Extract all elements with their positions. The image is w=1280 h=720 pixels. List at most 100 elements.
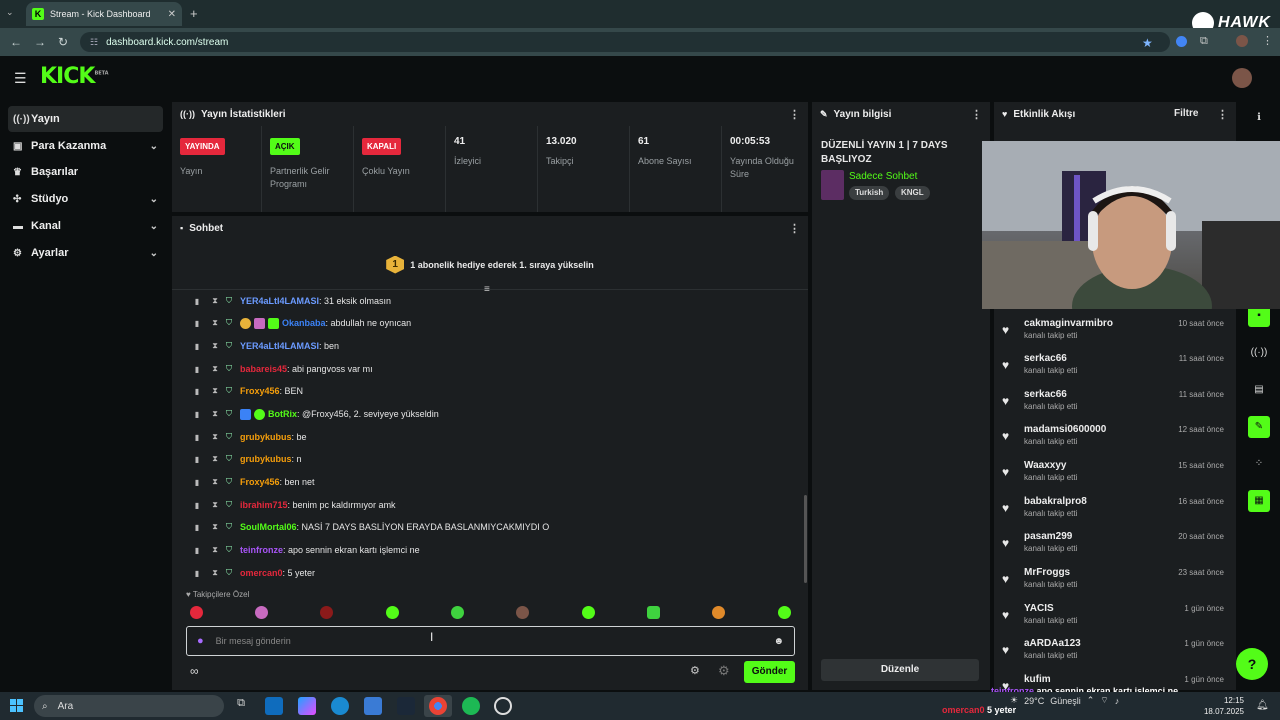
chat-username[interactable]: ibrahim715: [240, 500, 288, 510]
activity-user[interactable]: YACIS: [1024, 603, 1054, 614]
site-info-icon[interactable]: ☷: [90, 37, 98, 48]
trash-icon[interactable]: ▮: [190, 478, 204, 487]
trash-icon[interactable]: ▮: [190, 387, 204, 396]
timeout-icon[interactable]: ⧗: [208, 522, 222, 532]
emote[interactable]: [647, 606, 660, 619]
emote[interactable]: [190, 606, 203, 619]
activity-user[interactable]: cakmaginvarmibro: [1024, 318, 1113, 329]
new-tab-icon[interactable]: +: [190, 6, 198, 21]
shield-icon[interactable]: ⛉: [226, 545, 238, 555]
more-options-icon[interactable]: ⋮: [971, 108, 982, 121]
chat-username[interactable]: grubykubus: [240, 432, 292, 442]
sidebar-item-para-kazanma[interactable]: ▣ Para Kazanma ⌄: [8, 133, 163, 159]
trash-icon[interactable]: ▮: [190, 523, 204, 532]
timeout-icon[interactable]: ⧗: [208, 318, 222, 328]
timeout-icon[interactable]: ⧗: [208, 568, 222, 578]
browser-tab[interactable]: K Stream - Kick Dashboard ✕: [26, 2, 182, 26]
shield-icon[interactable]: ⛉: [226, 364, 238, 374]
activity-user[interactable]: pasam299: [1024, 531, 1072, 542]
timeout-icon[interactable]: ⧗: [208, 477, 222, 487]
store-icon[interactable]: [364, 697, 382, 715]
shield-icon[interactable]: ⛉: [226, 500, 238, 510]
chat-settings-icon[interactable]: ⚙: [690, 664, 700, 677]
shield-icon[interactable]: ⛉: [226, 341, 238, 351]
timeout-icon[interactable]: ⧗: [208, 432, 222, 442]
activity-user[interactable]: Waaxxyy: [1024, 460, 1066, 471]
edit-stream-button[interactable]: Düzenle: [821, 659, 979, 681]
shield-icon[interactable]: ⛉: [226, 318, 238, 328]
browser-profile-avatar[interactable]: [1236, 35, 1248, 47]
chat-username[interactable]: SoulMortal06: [240, 522, 297, 532]
stream-tag[interactable]: KNGL: [895, 186, 930, 200]
outlook-icon[interactable]: [265, 697, 283, 715]
edge-icon[interactable]: [331, 697, 349, 715]
trash-icon[interactable]: ▮: [190, 319, 204, 328]
shield-icon[interactable]: ⛉: [226, 296, 238, 306]
chat-username[interactable]: YER4aLtI4LAMASI: [240, 296, 319, 306]
activity-user[interactable]: madamsi0600000: [1024, 424, 1106, 435]
trash-icon[interactable]: ▮: [190, 410, 204, 419]
extensions-puzzle-icon[interactable]: ⧉: [1200, 35, 1208, 48]
chrome-icon[interactable]: [429, 697, 447, 715]
close-tab-icon[interactable]: ✕: [168, 9, 176, 20]
category-name[interactable]: Sadece Sohbet: [849, 171, 917, 182]
trash-icon[interactable]: ▮: [190, 433, 204, 442]
activity-user[interactable]: aARDAa123: [1024, 638, 1081, 649]
emote[interactable]: [320, 606, 333, 619]
sidebar-item-yayin[interactable]: ((·)) Yayın: [8, 106, 163, 132]
chat-username[interactable]: BotRix: [268, 409, 297, 419]
activity-user[interactable]: serkac66: [1024, 353, 1067, 364]
clapper-icon[interactable]: ▦: [1248, 490, 1270, 512]
wrench-icon[interactable]: ✎: [1248, 416, 1270, 438]
chat-username[interactable]: teinfronze: [240, 545, 283, 555]
stream-tag[interactable]: Turkish: [849, 186, 890, 200]
microphone-icon[interactable]: ●: [197, 635, 204, 647]
trash-icon[interactable]: ▮: [190, 569, 204, 578]
emote[interactable]: [582, 606, 595, 619]
support-chat-icon[interactable]: ?: [1236, 648, 1268, 680]
layout-icon[interactable]: ▤: [1248, 379, 1270, 401]
emote[interactable]: [386, 606, 399, 619]
timeout-icon[interactable]: ⧗: [208, 364, 222, 374]
shield-icon[interactable]: ⛉: [226, 568, 238, 578]
infinity-icon[interactable]: ∞: [190, 664, 199, 678]
emote[interactable]: [778, 606, 791, 619]
trash-icon[interactable]: ▮: [190, 455, 204, 464]
spotify-icon[interactable]: [462, 697, 480, 715]
more-options-icon[interactable]: ⋮: [789, 222, 800, 235]
activity-user[interactable]: babakralpro8: [1024, 496, 1087, 507]
emote[interactable]: [712, 606, 725, 619]
windows-start-icon[interactable]: [10, 699, 23, 712]
obs-icon[interactable]: [494, 697, 512, 715]
activity-user[interactable]: kufim: [1024, 674, 1051, 685]
send-button[interactable]: Gönder: [744, 661, 795, 683]
quick-settings-icon[interactable]: ⚙: [718, 663, 730, 679]
timeout-icon[interactable]: ⧗: [208, 409, 222, 419]
category-thumbnail[interactable]: [821, 170, 844, 200]
notification-icon[interactable]: 🔔︎: [1256, 700, 1269, 711]
forward-icon[interactable]: →: [34, 35, 46, 49]
chat-username[interactable]: Froxy456: [240, 477, 280, 487]
shield-icon[interactable]: ⛉: [226, 522, 238, 532]
dots-icon[interactable]: ⁘: [1248, 453, 1270, 475]
chat-scrollbar[interactable]: [804, 495, 807, 583]
info-icon[interactable]: ℹ: [1248, 107, 1270, 129]
timeout-icon[interactable]: ⧗: [208, 454, 222, 464]
pinned-gift-banner[interactable]: 1 1 abonelik hediye ederek 1. sıraya yük…: [172, 240, 808, 290]
chat-message-input[interactable]: ● Bir mesaj gönderin ☻: [186, 626, 795, 656]
emote[interactable]: [516, 606, 529, 619]
taskbar-clock[interactable]: 12:15 18.07.2025: [1200, 695, 1244, 717]
trash-icon[interactable]: ▮: [190, 546, 204, 555]
shield-icon[interactable]: ⛉: [226, 386, 238, 396]
extension-icon[interactable]: [1176, 36, 1187, 47]
task-view-icon[interactable]: ⧉: [232, 697, 250, 715]
emoji-icon[interactable]: ☻: [773, 636, 784, 647]
sidebar-item-basarilar[interactable]: ♛ Başarılar: [8, 159, 163, 185]
network-icon[interactable]: ⌔: [1100, 695, 1108, 706]
sidebar-item-ayarlar[interactable]: ⚙ Ayarlar ⌄: [8, 240, 163, 266]
sidebar-item-kanal[interactable]: ▬ Kanal ⌄: [8, 213, 163, 239]
tray-chevron-icon[interactable]: ⌃: [1087, 695, 1095, 706]
collapse-pinned-icon[interactable]: ≡: [484, 284, 490, 295]
timeout-icon[interactable]: ⧗: [208, 500, 222, 510]
user-avatar[interactable]: [1232, 68, 1252, 88]
